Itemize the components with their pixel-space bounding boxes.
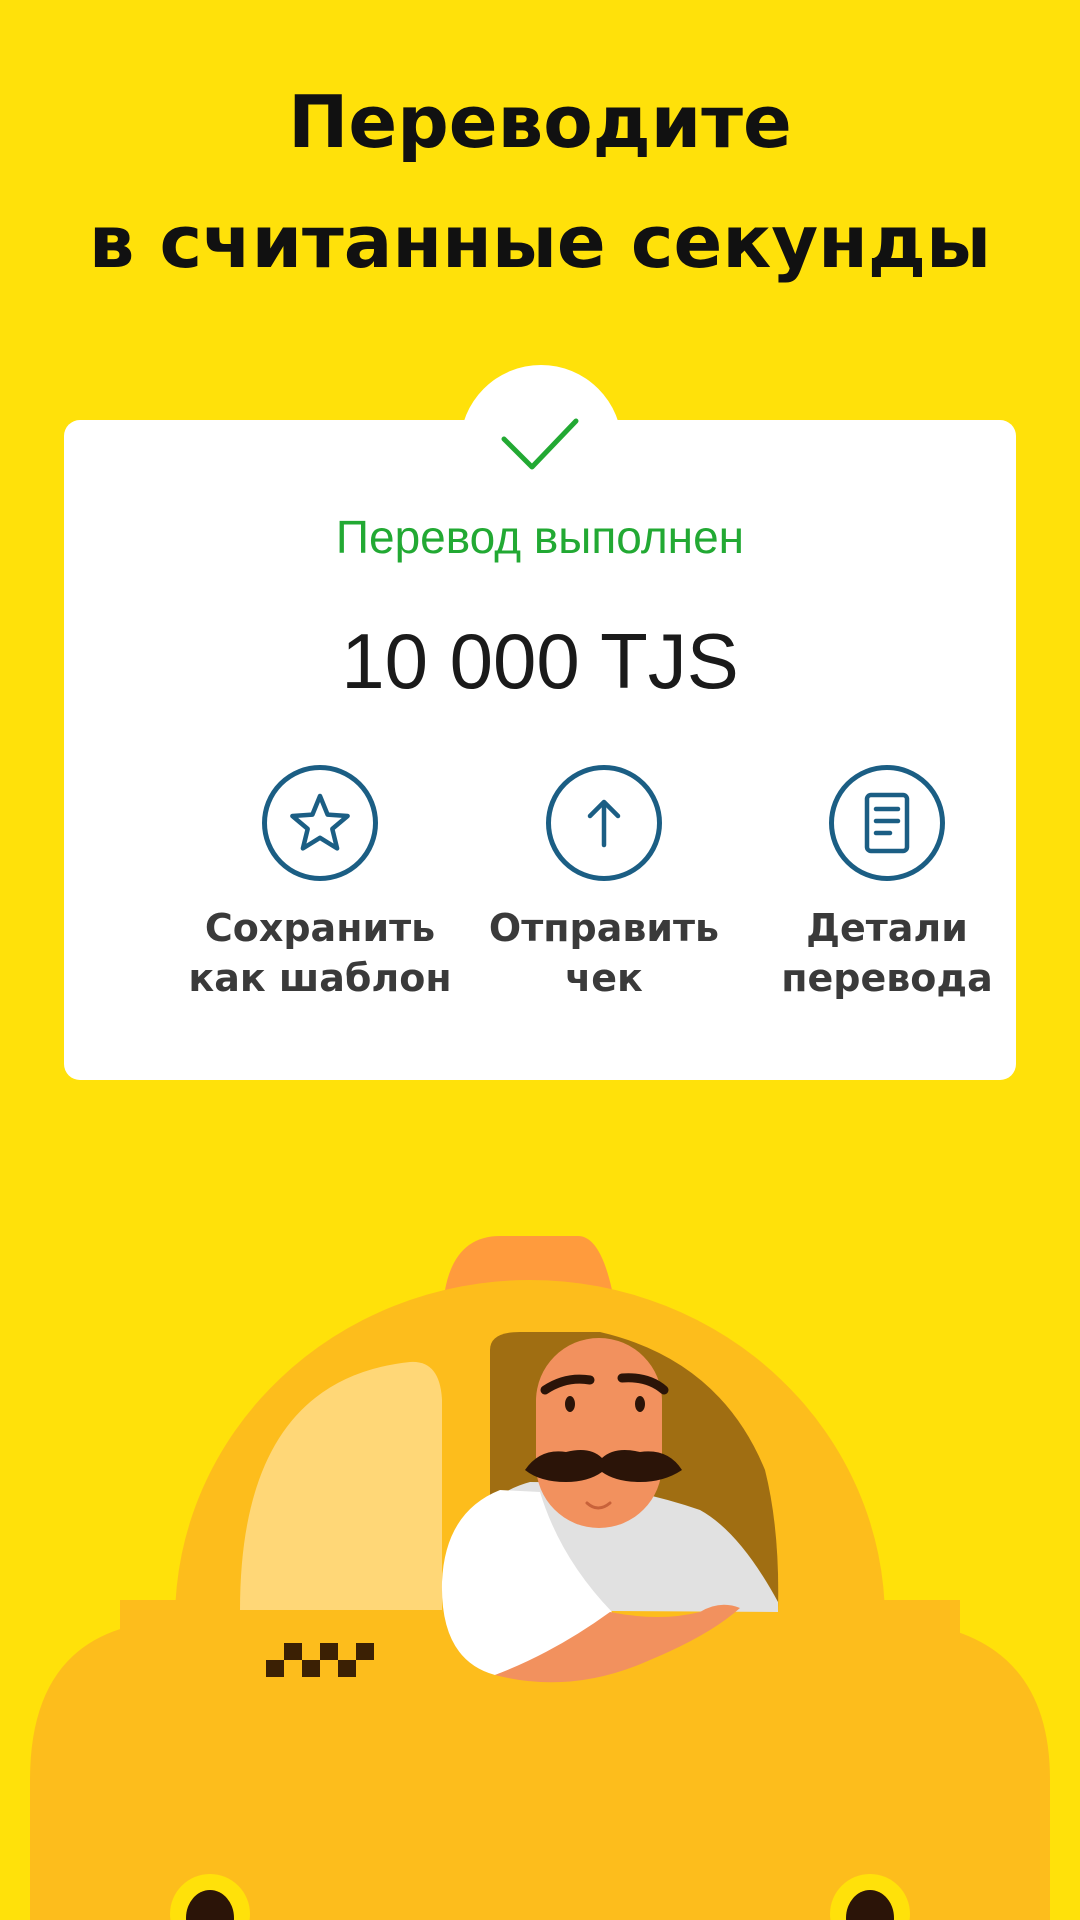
taxi-driver-illustration (30, 1236, 1050, 1920)
checkmark-icon (501, 418, 579, 470)
save-template-label-line-2: как шаблон (188, 956, 452, 1000)
transfer-status: Перевод выполнен (335, 511, 745, 563)
transfer-result-card: Перевод выполнен 10 000 TJS Сохранить ка… (64, 365, 1016, 1080)
document-icon (864, 792, 910, 854)
save-template-button[interactable]: Сохранить как шаблон (170, 765, 470, 1003)
send-receipt-label-line-1: Отправить (488, 906, 720, 950)
headline-line-2: в считанные секунды (88, 200, 992, 284)
headline-line-1: Переводите (288, 80, 792, 164)
transfer-details-button[interactable]: Детали перевода (737, 765, 1037, 1003)
arrow-up-icon-ring (546, 765, 662, 881)
send-receipt-label-line-2: чек (565, 956, 643, 1000)
transfer-amount: 10 000 TJS (341, 617, 739, 705)
send-receipt-button[interactable]: Отправить чек (454, 765, 754, 1003)
driver-head (536, 1338, 662, 1528)
driver-eye-left (565, 1396, 575, 1412)
save-template-label-line-1: Сохранить (204, 906, 436, 950)
star-icon (290, 793, 350, 851)
transfer-details-label: Детали перевода (737, 903, 1037, 1003)
promo-headline: Переводите в считанные секунды (0, 62, 1080, 302)
save-template-label: Сохранить как шаблон (170, 903, 470, 1003)
transfer-details-label-line-1: Детали (806, 906, 968, 950)
driver-eye-right (635, 1396, 645, 1412)
transfer-details-label-line-2: перевода (781, 956, 993, 1000)
star-icon-ring (262, 765, 378, 881)
send-receipt-label: Отправить чек (454, 903, 754, 1003)
arrow-up-icon (587, 799, 621, 848)
document-icon-ring (829, 765, 945, 881)
